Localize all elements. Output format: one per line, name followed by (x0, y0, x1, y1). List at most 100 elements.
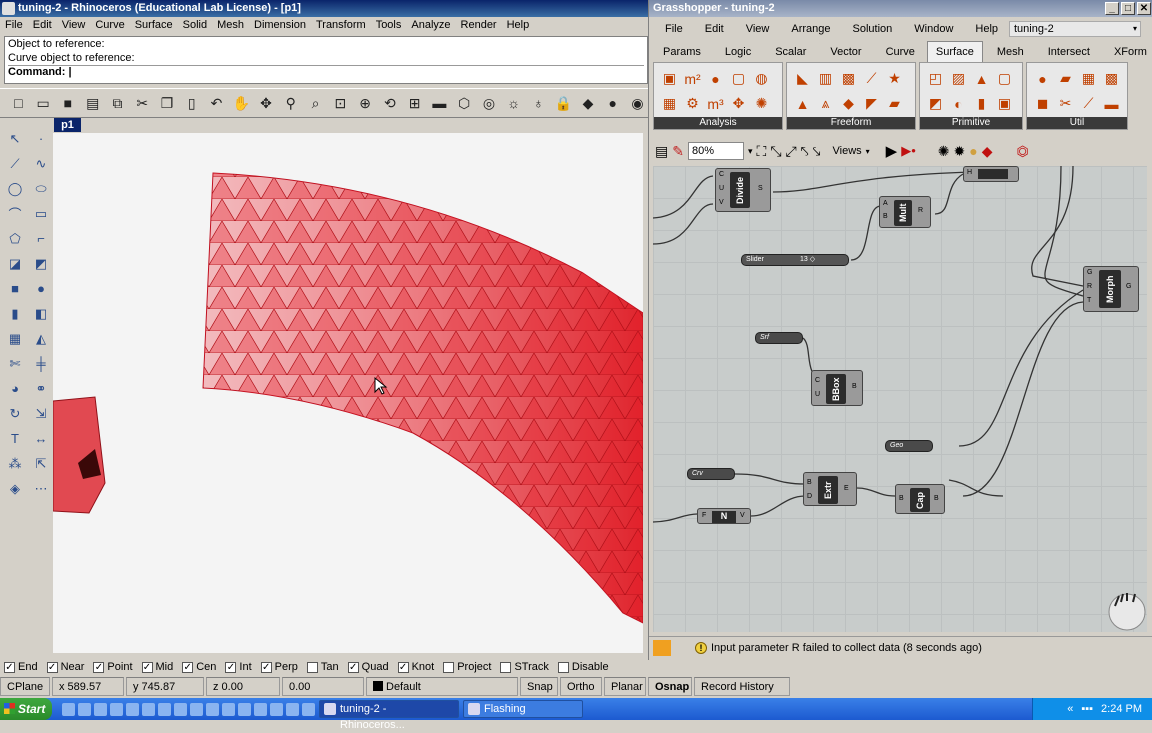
curve-icon[interactable]: ∿ (28, 151, 54, 176)
color-wheel-icon[interactable]: ● (602, 93, 623, 114)
task-rhino[interactable]: tuning-2 - Rhinoceros... (319, 700, 459, 731)
osnap-project[interactable]: Project (443, 658, 491, 676)
surface-from-points-icon[interactable]: ▰ (883, 91, 906, 116)
flip-icon[interactable]: ⟋ (1077, 91, 1100, 116)
mesh-icon[interactable]: ▦ (2, 326, 28, 351)
isotrim-icon[interactable]: ▩ (1100, 66, 1123, 91)
gh-menu-window[interactable]: Window (914, 23, 953, 35)
rotate-view-icon[interactable]: ✥ (256, 93, 277, 114)
zoom-extents-icon[interactable]: ⊡ (330, 93, 351, 114)
zoom-dropdown-icon[interactable]: ▾ (748, 146, 753, 157)
area-icon[interactable]: ▣ (658, 66, 681, 91)
firefox-icon[interactable] (110, 702, 123, 716)
osnap-near[interactable]: ✓ Near (46, 658, 84, 676)
extrude-icon[interactable]: ◧ (28, 301, 54, 326)
undo-view-icon[interactable]: ⟲ (379, 93, 400, 114)
cone-icon[interactable]: ▲ (970, 66, 993, 91)
checkbox-icon[interactable] (306, 661, 318, 673)
gh-document-selector[interactable]: tuning-2 ▾ (1009, 21, 1141, 37)
osnap-int[interactable]: ✓ Int (225, 658, 252, 676)
checkbox-icon[interactable]: ✓ (4, 661, 15, 673)
tray-icons[interactable]: ▪▪▪ (1081, 703, 1093, 715)
output-port-s[interactable]: S (758, 185, 763, 192)
trim-icon[interactable]: ✄ (2, 351, 28, 376)
tray-expand-icon[interactable]: « (1067, 703, 1073, 715)
checkbox-icon[interactable]: ✓ (141, 661, 153, 673)
grid-icon[interactable]: ⋯ (28, 476, 54, 501)
box-icon[interactable]: ■ (2, 276, 28, 301)
plane-surface-icon[interactable]: ◐ (947, 91, 970, 116)
lock-icon[interactable]: 🔒 (553, 93, 574, 114)
menu-surface[interactable]: Surface (130, 17, 178, 34)
volume-moments-icon[interactable]: m³ (704, 91, 727, 116)
checkbox-icon[interactable] (443, 661, 455, 673)
maximize-icon[interactable]: □ (1121, 2, 1135, 15)
cylinder-icon[interactable]: ▮ (970, 91, 993, 116)
viewport-tab[interactable]: p1 (54, 118, 81, 132)
divide-component[interactable]: C U V Divide S (715, 168, 771, 212)
menu-curve[interactable]: Curve (90, 17, 129, 34)
checkbox-icon[interactable]: ✓ (182, 661, 194, 673)
paste-icon[interactable]: ▯ (181, 93, 202, 114)
osnap-tan[interactable]: Tan (306, 658, 339, 676)
zoom-out-icon[interactable]: ⤣ (801, 143, 809, 160)
new-file-icon[interactable]: □ (8, 93, 29, 114)
vlc-icon[interactable] (270, 702, 283, 716)
close-icon[interactable]: ✕ (1137, 2, 1151, 15)
osnap-perp[interactable]: ✓ Perp (260, 658, 298, 676)
copy-trim-icon[interactable]: ▬ (1100, 91, 1123, 116)
join-icon[interactable]: ⚭ (28, 376, 54, 401)
tab-params[interactable]: Params (663, 42, 701, 62)
zoom-selection-icon[interactable]: ⤥ (813, 143, 821, 160)
cylinder-icon[interactable]: ▮ (2, 301, 28, 326)
tab-intersect[interactable]: Intersect (1048, 42, 1090, 62)
output-port-e[interactable]: E (844, 485, 849, 492)
chrome-icon[interactable] (254, 702, 267, 716)
status-layer[interactable]: Default (366, 677, 518, 696)
surface-frames-icon[interactable]: ✂ (1054, 91, 1077, 116)
light-bulb-icon[interactable]: ♁ (528, 93, 549, 114)
properties-icon[interactable]: ☼ (503, 93, 524, 114)
undo-icon[interactable]: ↶ (206, 93, 227, 114)
acrobat-icon[interactable] (190, 702, 203, 716)
checkbox-icon[interactable]: ✓ (46, 661, 58, 673)
skype-icon[interactable] (126, 702, 139, 716)
4point-surface-icon[interactable]: ◣ (791, 66, 814, 91)
box-2pt-icon[interactable]: ◰ (924, 66, 947, 91)
menu-file[interactable]: File (0, 17, 28, 34)
gh-menu-arrange[interactable]: Arrange (791, 23, 830, 35)
zoom-extents-icon[interactable]: ⛶ (757, 143, 767, 160)
evaluate-icon[interactable]: ⚙ (681, 91, 704, 116)
extrude-linear-icon[interactable]: ▥ (814, 66, 837, 91)
gh-menu-edit[interactable]: Edit (705, 23, 724, 35)
number-slider[interactable]: Slider 13 ◇ (741, 254, 849, 266)
menu-tools[interactable]: Tools (371, 17, 407, 34)
polyline-icon[interactable]: ⟋ (2, 151, 28, 176)
zoom-field[interactable]: 80% (687, 142, 744, 160)
srf-param[interactable]: Srf (755, 332, 803, 344)
select-arrow-icon[interactable]: ↖ (2, 126, 28, 151)
planar-toggle[interactable]: Planar (604, 677, 646, 696)
copy-icon[interactable]: ❐ (157, 93, 178, 114)
tab-scalar[interactable]: Scalar (775, 42, 806, 62)
output-port-r[interactable]: R (918, 207, 923, 214)
surface-icon[interactable]: ◪ (2, 251, 28, 276)
perspective-viewport[interactable] (53, 133, 643, 653)
input-port-f[interactable]: F (702, 512, 706, 519)
gh-menu-solution[interactable]: Solution (853, 23, 893, 35)
osnap-icon[interactable]: ◎ (479, 93, 500, 114)
input-port-b[interactable]: B (883, 213, 888, 220)
menu-dimension[interactable]: Dimension (249, 17, 311, 34)
sphere-icon[interactable]: ● (28, 276, 54, 301)
crv-param[interactable]: Crv (687, 468, 735, 480)
morph-component[interactable]: G R T Morph G (1083, 266, 1139, 312)
menu-mesh[interactable]: Mesh (212, 17, 249, 34)
extrude-icon[interactable]: ▲ (791, 91, 814, 116)
split-icon[interactable]: ╪ (28, 351, 54, 376)
input-port-r[interactable]: R (1087, 283, 1092, 290)
array-icon[interactable]: ⁂ (2, 451, 28, 476)
shaded-preview-icon[interactable]: ◆ (982, 143, 993, 160)
text-icon[interactable]: T (2, 426, 28, 451)
play-selected-icon[interactable]: ▶• (901, 143, 916, 159)
zoom-in-icon[interactable]: ⤡ (770, 143, 781, 160)
